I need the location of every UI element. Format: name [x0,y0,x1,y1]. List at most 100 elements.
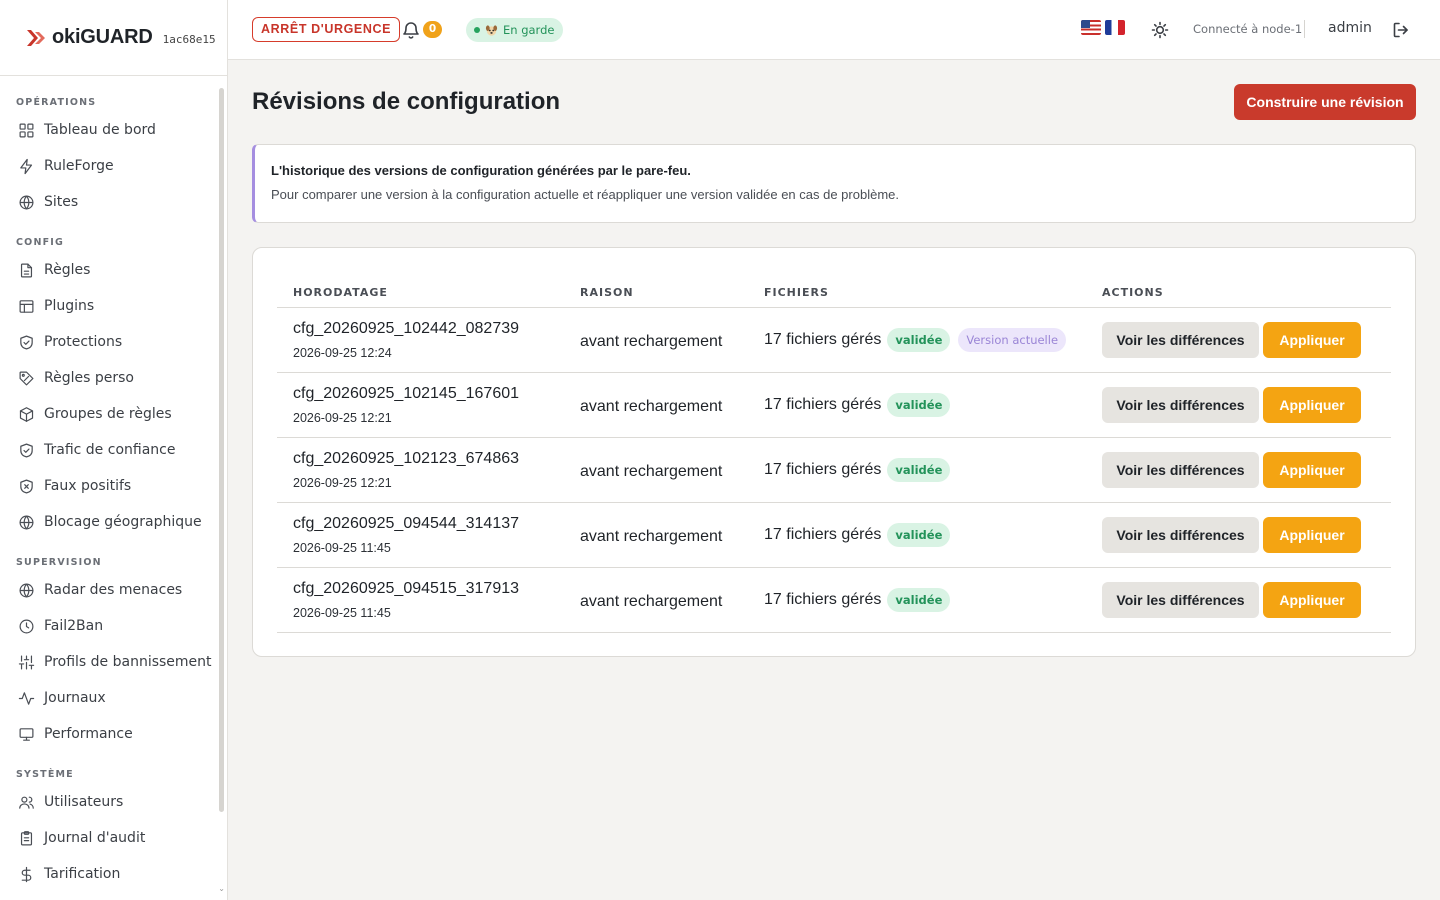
revision-time: 2026-09-25 12:24 [293,345,392,360]
column-header-timestamp: HORODATAGE [277,272,564,308]
globe-icon [19,515,34,529]
view-diff-button[interactable]: Voir les différences [1102,386,1259,423]
sidebar-item-utilisateurs[interactable]: Utilisateurs [0,784,227,820]
sidebar-item-profils-de-bannissement[interactable]: Profils de bannissement [0,644,227,680]
bolt-icon [20,158,33,174]
revision-time: 2026-09-25 11:45 [293,540,391,555]
logout-icon[interactable] [1392,21,1410,39]
row-actions: Voir les différences Appliquer [1102,516,1391,553]
language-switcher[interactable] [1081,20,1125,35]
us-flag-icon[interactable] [1081,20,1101,35]
table-row: cfg_20260925_102123_674863 2026-09-25 12… [277,437,1391,503]
sidebar-item-label: Règles perso [44,370,134,386]
sidebar-item-plugins[interactable]: Plugins [0,288,227,324]
sun-icon[interactable] [1151,21,1169,39]
cell-files: 17 fichiers gérés validée Version actuel… [748,307,1086,373]
cell-timestamp: cfg_20260925_094544_314137 2026-09-25 11… [277,502,564,568]
view-diff-button[interactable]: Voir les différences [1102,321,1259,358]
revision-name: cfg_20260925_094515_317913 [293,579,520,597]
guard-status-label: En garde [503,23,555,37]
sidebar-item-label: Sites [44,194,79,210]
cell-reason: avant rechargement [564,372,748,438]
files-info: 17 fichiers gérés validée [764,457,1086,482]
status-badge: validée [887,392,951,417]
view-diff-button[interactable]: Voir les différences [1102,516,1259,553]
brand[interactable]: okiGUARD 1ac68e15 [0,0,227,76]
nav-section-supervision: SUPERVISION [16,557,102,568]
revisions-card: HORODATAGE RAISON FICHIERS ACTIONS cfg_2… [252,247,1416,657]
sidebar-item-performance[interactable]: Performance [0,716,227,752]
nav-section-operations: OPÉRATIONS [16,97,97,108]
sidebar-item-label: Journal d'audit [44,830,146,846]
apply-button[interactable]: Appliquer [1263,516,1361,553]
revision-reason: avant rechargement [580,592,723,610]
view-diff-button[interactable]: Voir les différences [1102,451,1259,488]
instance-id: 1ac68e15 [162,33,216,46]
cell-actions: Voir les différences Appliquer [1086,372,1391,438]
bell-icon[interactable] [402,20,420,40]
sidebar-scrollbar[interactable] [219,88,224,812]
status-badge: validée [887,587,951,612]
user-menu[interactable]: admin [1328,20,1372,36]
cell-actions: Voir les différences Appliquer [1086,307,1391,373]
cell-reason: avant rechargement [564,567,748,633]
sidebar-item-faux-positifs[interactable]: Faux positifs [0,468,227,504]
column-header-files: FICHIERS [748,272,1086,308]
sidebar-item-regles-perso[interactable]: Règles perso [0,360,227,396]
sidebar-item-label: Groupes de règles [44,406,172,422]
scroll-down-arrow-icon[interactable]: ⌄ [218,884,225,893]
globe-icon [19,195,34,209]
apply-button[interactable]: Appliquer [1263,451,1361,488]
row-actions: Voir les différences Appliquer [1102,451,1391,488]
sidebar-item-label: Radar des menaces [44,582,183,598]
sidebar-item-label: Tableau de bord [44,122,156,138]
nav-section-systeme: SYSTÈME [16,769,74,780]
dog-icon [485,24,498,36]
cell-timestamp: cfg_20260925_102442_082739 2026-09-25 12… [277,307,564,373]
monitor-icon [19,727,34,741]
notifications-badge: 0 [423,21,442,38]
sidebar-item-protections[interactable]: Protections [0,324,227,360]
cell-files: 17 fichiers gérés validée [748,372,1086,438]
sidebar-item-journal-d-audit[interactable]: Journal d'audit [0,820,227,856]
info-description: Pour comparer une version à la configura… [271,187,899,202]
sidebar-item-label: Règles [44,262,91,278]
apply-button[interactable]: Appliquer [1263,581,1361,618]
revision-time: 2026-09-25 11:45 [293,605,391,620]
shield-check-icon [20,335,33,349]
apply-button[interactable]: Appliquer [1263,321,1361,358]
sidebar-item-trafic-de-confiance[interactable]: Trafic de confiance [0,432,227,468]
sidebar-item-radar-des-menaces[interactable]: Radar des menaces [0,572,227,608]
shield-x-icon [20,479,33,493]
table-row: cfg_20260925_102442_082739 2026-09-25 12… [277,307,1391,373]
files-count: 17 fichiers gérés [764,460,882,478]
sidebar-item-blocage-geographique[interactable]: Blocage géographique [0,504,227,540]
sidebar-item-label: Journaux [44,690,106,706]
cell-actions: Voir les différences Appliquer [1086,502,1391,568]
status-badge: validée [887,522,951,547]
apply-button[interactable]: Appliquer [1263,386,1361,423]
guard-status-badge: En garde [466,18,564,42]
revision-reason: avant rechargement [580,332,723,350]
cell-actions: Voir les différences Appliquer [1086,567,1391,633]
cell-timestamp: cfg_20260925_102145_167601 2026-09-25 12… [277,372,564,438]
build-revision-button[interactable]: Construire une révision [1234,84,1416,120]
fr-flag-icon[interactable] [1105,20,1125,35]
files-count: 17 fichiers gérés [764,590,882,608]
sidebar-item-tarification[interactable]: Tarification [0,856,227,892]
page-title: Révisions de configuration [252,88,561,115]
sidebar-item-label: Profils de bannissement [44,654,212,670]
emergency-stop-button[interactable]: ARRÊT D'URGENCE [252,17,401,42]
sidebar-item-tableau-de-bord[interactable]: Tableau de bord [0,112,227,148]
column-header-actions: ACTIONS [1086,272,1391,308]
view-diff-button[interactable]: Voir les différences [1102,581,1259,618]
sidebar-item-ruleforge[interactable]: RuleForge [0,148,227,184]
sidebar-item-sites[interactable]: Sites [0,184,227,220]
shield-check-icon [20,443,33,457]
sidebar-item-journaux[interactable]: Journaux [0,680,227,716]
table-row: cfg_20260925_094515_317913 2026-09-25 11… [277,567,1391,633]
sidebar-item-label: Blocage géographique [44,514,202,530]
sidebar-item-groupes-de-regles[interactable]: Groupes de règles [0,396,227,432]
sidebar-item-regles[interactable]: Règles [0,252,227,288]
sidebar-item-fail2ban[interactable]: Fail2Ban [0,608,227,644]
